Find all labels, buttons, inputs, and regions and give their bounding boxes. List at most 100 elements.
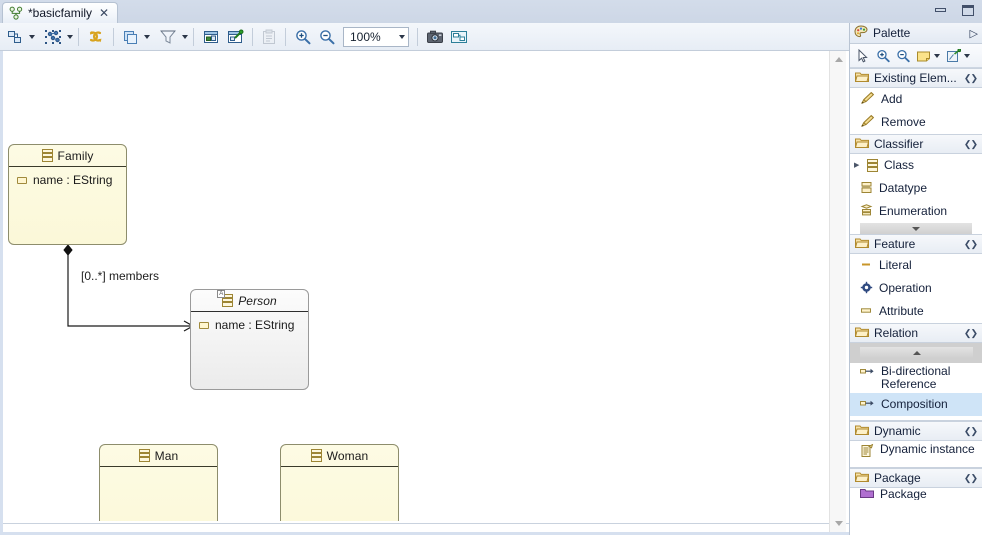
title-bar: *basicfamily ✕ bbox=[0, 0, 982, 23]
zoom-level-combobox[interactable]: 100% bbox=[343, 26, 409, 47]
note-pin-icon[interactable] bbox=[944, 46, 962, 65]
palette-item-label: Class bbox=[884, 158, 915, 172]
class-node-family[interactable]: Family name : EString bbox=[8, 144, 127, 245]
class-node-man[interactable]: Man bbox=[99, 444, 218, 521]
zoom-level-value: 100% bbox=[350, 29, 381, 44]
class-node-person[interactable]: A Person name : EString bbox=[190, 289, 309, 390]
toolbar-separator-4 bbox=[252, 27, 253, 46]
editor-tab-basicfamily[interactable]: *basicfamily ✕ bbox=[2, 2, 119, 23]
class-node-title: A Person bbox=[191, 290, 308, 312]
reference-icon bbox=[860, 366, 875, 380]
palette-group-dynamic[interactable]: Dynamic ❮❯ bbox=[850, 421, 982, 441]
zoom-in-icon[interactable] bbox=[874, 46, 892, 65]
canvas-vertical-scrollbar[interactable] bbox=[829, 51, 846, 532]
palette-group-feature[interactable]: Feature ❮❯ bbox=[850, 234, 982, 254]
attribute-label: name : EString bbox=[33, 173, 113, 187]
ecore-diagram-icon bbox=[9, 6, 23, 20]
diagram-open-icon[interactable] bbox=[199, 26, 223, 48]
palette-item-label: Add bbox=[881, 92, 903, 106]
palette-item-datatype[interactable]: Datatype bbox=[850, 177, 982, 200]
filter-caret[interactable] bbox=[182, 34, 188, 39]
toolbar-separator-5 bbox=[285, 27, 286, 46]
note-caret[interactable] bbox=[934, 53, 940, 58]
copy-appearance-icon[interactable] bbox=[119, 26, 142, 48]
diagram-canvas-area: Family name : EString A Person name: ES… bbox=[0, 51, 849, 535]
attribute-icon bbox=[17, 176, 27, 184]
pin-icon[interactable]: ❮❯ bbox=[964, 328, 978, 339]
palette-scroll-up-band[interactable] bbox=[860, 347, 973, 358]
pin-icon[interactable]: ❮❯ bbox=[964, 426, 978, 437]
diagram-canvas[interactable]: Family name : EString A Person name: ES… bbox=[3, 51, 832, 521]
note-pin-caret[interactable] bbox=[964, 53, 970, 58]
palette-item-class[interactable]: ▶ Class bbox=[850, 154, 982, 177]
pin-icon[interactable]: ❮❯ bbox=[964, 139, 978, 150]
copy-appearance-caret[interactable] bbox=[144, 34, 150, 39]
window-controls bbox=[932, 3, 976, 17]
class-name: Woman bbox=[326, 448, 369, 463]
arrange-dropdown-caret[interactable] bbox=[29, 34, 35, 39]
select-nodes-icon[interactable] bbox=[41, 26, 65, 48]
palette-icon bbox=[854, 24, 868, 42]
chevron-down-icon[interactable] bbox=[399, 34, 405, 39]
arrange-icon[interactable] bbox=[4, 26, 27, 48]
class-attribute-row[interactable]: name : EString bbox=[9, 172, 126, 188]
palette-item-package[interactable]: Package bbox=[850, 488, 982, 500]
palette-group-relation[interactable]: Relation ❮❯ bbox=[850, 323, 982, 343]
scroll-up-icon[interactable] bbox=[830, 51, 847, 68]
palette-item-label: Dynamic instance bbox=[880, 442, 975, 456]
palette-group-existing-elements[interactable]: Existing Elem... ❮❯ bbox=[850, 68, 982, 88]
palette-group-classifier[interactable]: Classifier ❮❯ bbox=[850, 134, 982, 154]
class-attribute-row[interactable]: name : EString bbox=[191, 317, 308, 333]
palette-item-reference[interactable]: Reference bbox=[850, 343, 982, 363]
scroll-down-icon[interactable] bbox=[830, 515, 847, 532]
class-name: Man bbox=[154, 448, 179, 463]
folder-icon bbox=[854, 471, 870, 486]
palette-item-remove[interactable]: Remove bbox=[850, 111, 982, 134]
palette-item-composition[interactable]: Composition bbox=[850, 393, 982, 416]
maximize-button[interactable] bbox=[960, 3, 976, 17]
palette-scroll-down-band[interactable] bbox=[860, 223, 972, 234]
layout-icon[interactable] bbox=[447, 26, 471, 48]
edge-label-members[interactable]: [0..*] members bbox=[81, 269, 159, 283]
zoom-out-icon[interactable] bbox=[894, 46, 912, 65]
pencil-icon bbox=[860, 114, 875, 131]
palette-item-bi-directional-reference[interactable]: Bi-directional Reference bbox=[850, 363, 982, 393]
class-attributes: name : EString bbox=[9, 167, 126, 188]
class-name: Family bbox=[57, 148, 94, 163]
diagram-new-icon[interactable] bbox=[223, 26, 247, 48]
chevron-right-icon[interactable]: ▶ bbox=[854, 159, 861, 172]
palette-item-label: Datatype bbox=[879, 181, 928, 195]
select-dropdown-caret[interactable] bbox=[67, 34, 73, 39]
pin-icon[interactable]: ❮❯ bbox=[964, 239, 978, 250]
class-icon bbox=[41, 149, 53, 162]
folder-icon bbox=[854, 71, 870, 86]
camera-icon[interactable] bbox=[423, 26, 447, 48]
folder-icon bbox=[854, 424, 870, 439]
class-node-woman[interactable]: Woman bbox=[280, 444, 399, 521]
palette-header: Palette ▷ bbox=[850, 23, 982, 44]
palette-item-label: Attribute bbox=[879, 304, 924, 318]
palette-item-attribute[interactable]: Attribute bbox=[850, 300, 982, 323]
minimize-button[interactable] bbox=[932, 3, 948, 17]
palette-group-label: Package bbox=[874, 471, 921, 485]
paste-icon[interactable] bbox=[258, 26, 280, 48]
filter-icon[interactable] bbox=[156, 26, 180, 48]
palette-item-add[interactable]: Add bbox=[850, 88, 982, 111]
palette-group-label: Relation bbox=[874, 326, 919, 340]
palette-group-package[interactable]: Package ❮❯ bbox=[850, 468, 982, 488]
palette-item-literal[interactable]: Literal bbox=[850, 254, 982, 277]
note-icon[interactable] bbox=[914, 46, 932, 65]
zoom-out-icon[interactable] bbox=[315, 26, 339, 48]
palette-item-enumeration[interactable]: Enumeration bbox=[850, 200, 982, 223]
close-icon[interactable]: ✕ bbox=[99, 7, 109, 19]
palette-item-label: Operation bbox=[879, 281, 932, 295]
palette-item-dynamic-instance[interactable]: Dynamic instance bbox=[850, 441, 982, 464]
zoom-in-icon[interactable] bbox=[291, 26, 315, 48]
refresh-icon[interactable] bbox=[84, 26, 108, 48]
class-abstract-icon: A bbox=[217, 290, 234, 307]
pin-icon[interactable]: ❮❯ bbox=[964, 473, 978, 484]
chevron-right-icon[interactable]: ▷ bbox=[970, 27, 978, 40]
pin-icon[interactable]: ❮❯ bbox=[964, 73, 978, 84]
palette-item-operation[interactable]: Operation bbox=[850, 277, 982, 300]
cursor-icon[interactable] bbox=[854, 46, 872, 65]
